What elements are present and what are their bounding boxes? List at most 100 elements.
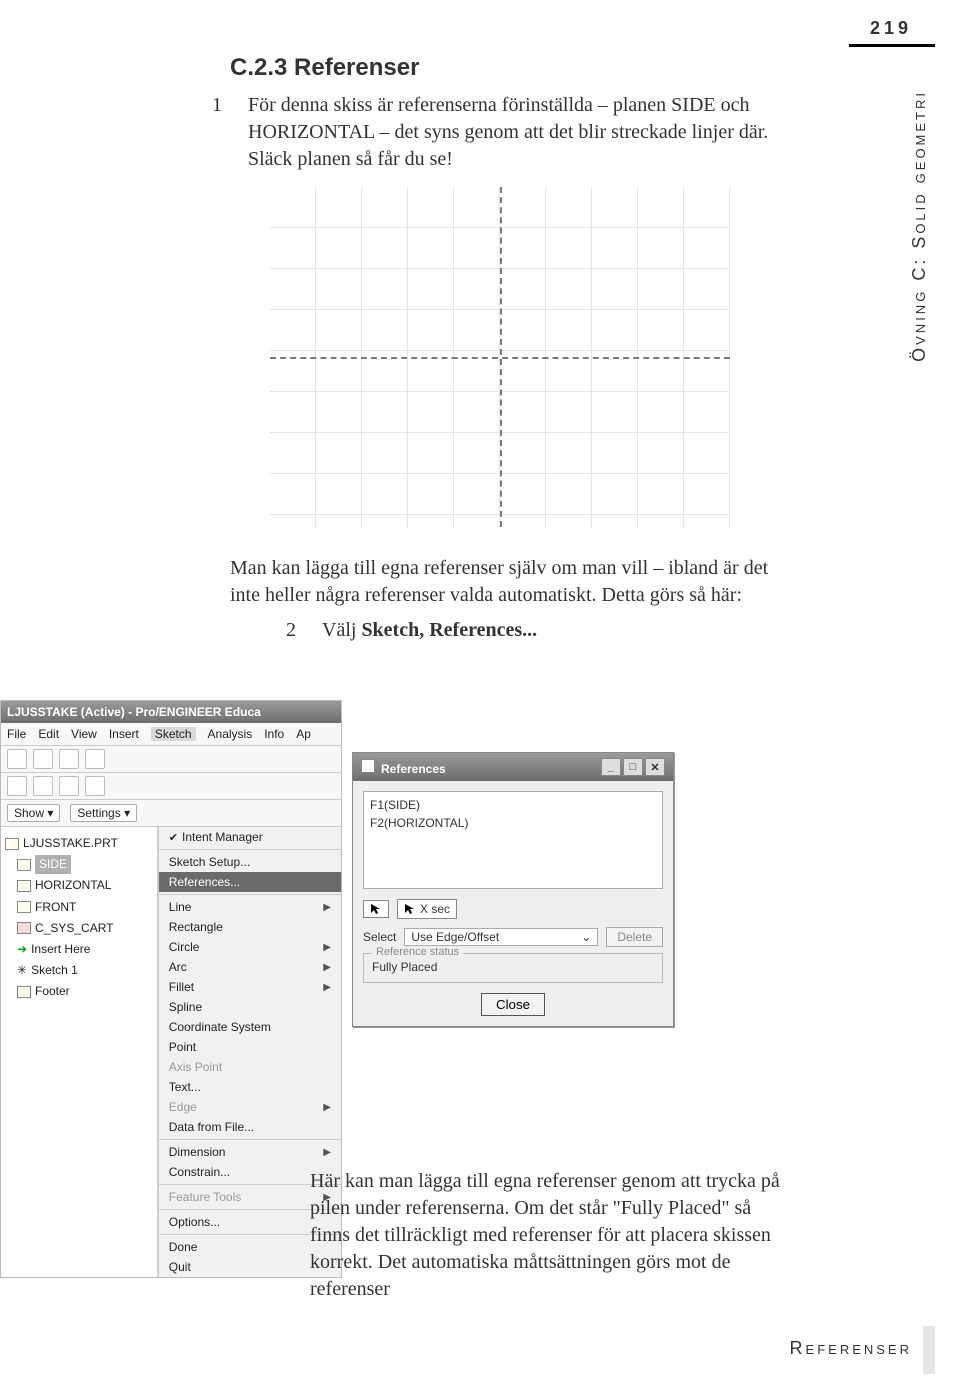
select-dropdown[interactable]: Use Edge/Offset ⌄ <box>404 928 598 946</box>
menu-rectangle[interactable]: Rectangle <box>159 917 341 937</box>
toolbar-button[interactable] <box>59 776 79 796</box>
menu-dimension[interactable]: Dimension▶ <box>159 1142 341 1162</box>
footer-label: Referenser <box>790 1338 912 1359</box>
menu-app[interactable]: Ap <box>296 727 311 741</box>
toolbar-button[interactable] <box>7 749 27 769</box>
reference-status-fieldset: Reference status Fully Placed <box>363 953 663 983</box>
footer-tab <box>923 1326 935 1374</box>
menu-data-from-file[interactable]: Data from File... <box>159 1117 341 1137</box>
tree-item-footer[interactable]: Footer <box>5 981 153 1002</box>
proe-toolbar-1 <box>1 746 341 773</box>
plane-icon <box>17 901 31 913</box>
model-tree: LJUSSTAKE.PRT SIDE HORIZONTAL FRONT C_SY… <box>1 827 158 1277</box>
proe-menubar: File Edit View Insert Sketch Analysis In… <box>1 723 341 746</box>
menu-sketch-setup[interactable]: Sketch Setup... <box>159 852 341 872</box>
pick-arrow-button[interactable] <box>363 900 389 918</box>
references-listbox[interactable]: F1(SIDE) F2(HORIZONTAL) <box>363 791 663 889</box>
submenu-arrow-icon: ▶ <box>323 1147 331 1158</box>
maximize-button[interactable]: □ <box>623 758 643 776</box>
tree-item-horizontal[interactable]: HORIZONTAL <box>5 875 153 896</box>
menu-coord-sys[interactable]: Coordinate System <box>159 1017 341 1037</box>
menu-intent-manager[interactable]: ✔Intent Manager <box>159 827 341 847</box>
pick-row: X sec <box>363 899 663 919</box>
section-heading: C.2.3 Referenser <box>230 54 790 82</box>
sketch-grid-figure <box>270 187 730 527</box>
tree-item-label: FRONT <box>35 898 76 917</box>
tree-root[interactable]: LJUSSTAKE.PRT <box>5 833 153 854</box>
menu-fillet[interactable]: Fillet▶ <box>159 977 341 997</box>
menu-analysis[interactable]: Analysis <box>208 727 253 741</box>
show-dropdown[interactable]: Show ▾ <box>7 804 60 822</box>
csys-icon <box>17 922 31 934</box>
references-dialog: References _ □ ✕ F1(SIDE) F2(HORIZONTAL)… <box>352 752 674 1027</box>
menu-line[interactable]: Line▶ <box>159 897 341 917</box>
toolbar-button[interactable] <box>85 749 105 769</box>
dialog-icon <box>361 759 375 773</box>
dialog-body: F1(SIDE) F2(HORIZONTAL) X sec Select Use… <box>353 781 673 1026</box>
tree-item-insert-here[interactable]: ➜ Insert Here <box>5 939 153 960</box>
dialog-title: References <box>381 762 446 776</box>
check-icon: ✔ <box>169 832 178 844</box>
xsec-button[interactable]: X sec <box>397 899 457 919</box>
menu-view[interactable]: View <box>71 727 97 741</box>
menu-point[interactable]: Point <box>159 1037 341 1057</box>
menu-arc[interactable]: Arc▶ <box>159 957 341 977</box>
reference-item[interactable]: F2(HORIZONTAL) <box>370 814 656 832</box>
submenu-arrow-icon: ▶ <box>323 902 331 913</box>
select-label: Select <box>363 930 396 944</box>
menu-separator <box>159 1139 341 1140</box>
menu-edge: Edge▶ <box>159 1097 341 1117</box>
tree-item-side[interactable]: SIDE <box>5 854 153 875</box>
horizontal-reference-line <box>270 357 730 359</box>
proe-body: LJUSSTAKE.PRT SIDE HORIZONTAL FRONT C_SY… <box>1 827 341 1277</box>
toolbar-button[interactable] <box>85 776 105 796</box>
toolbar-button[interactable] <box>7 776 27 796</box>
page-number: 219 <box>870 18 912 39</box>
plane-icon <box>17 880 31 892</box>
toolbar-button[interactable] <box>33 749 53 769</box>
menu-references[interactable]: References... <box>159 872 341 892</box>
settings-dropdown[interactable]: Settings ▾ <box>70 804 137 822</box>
tree-item-label: Sketch 1 <box>31 961 78 980</box>
menu-text[interactable]: Text... <box>159 1077 341 1097</box>
submenu-arrow-icon: ▶ <box>323 942 331 953</box>
plane-icon <box>17 859 31 871</box>
step-2-prefix: Välj <box>322 619 361 641</box>
submenu-arrow-icon: ▶ <box>323 962 331 973</box>
menu-sketch[interactable]: Sketch <box>151 727 196 741</box>
tree-item-label: HORIZONTAL <box>35 876 111 895</box>
step-1-number: 1 <box>230 92 248 119</box>
submenu-arrow-icon: ▶ <box>323 982 331 993</box>
dialog-titlebar: References _ □ ✕ <box>353 753 673 781</box>
tree-item-sketch1[interactable]: ✳ Sketch 1 <box>5 960 153 981</box>
select-value: Use Edge/Offset <box>411 930 499 944</box>
menu-info[interactable]: Info <box>264 727 284 741</box>
header-rule <box>849 44 935 47</box>
menu-file[interactable]: File <box>7 727 26 741</box>
part-icon <box>5 838 19 850</box>
tree-root-label: LJUSSTAKE.PRT <box>23 834 118 853</box>
cursor-arrow-icon <box>370 903 382 915</box>
close-window-button[interactable]: ✕ <box>645 758 665 776</box>
minimize-button[interactable]: _ <box>601 758 621 776</box>
proe-titlebar: LJUSSTAKE (Active) - Pro/ENGINEER Educa <box>1 701 341 723</box>
step-1: 1För denna skiss är referenserna förinst… <box>230 92 790 173</box>
tree-item-label: C_SYS_CART <box>35 919 113 938</box>
menu-insert[interactable]: Insert <box>109 727 139 741</box>
menu-spline[interactable]: Spline <box>159 997 341 1017</box>
close-button[interactable]: Close <box>481 993 545 1016</box>
delete-button[interactable]: Delete <box>606 927 663 947</box>
step-2-number: 2 <box>304 617 322 644</box>
reference-status-value: Fully Placed <box>372 960 654 974</box>
menu-circle[interactable]: Circle▶ <box>159 937 341 957</box>
step-2-command: Sketch, References... <box>361 619 537 641</box>
menu-edit[interactable]: Edit <box>38 727 59 741</box>
tree-item-csys[interactable]: C_SYS_CART <box>5 918 153 939</box>
step-1-text: För denna skiss är referenserna förinstä… <box>248 94 768 170</box>
tree-item-front[interactable]: FRONT <box>5 897 153 918</box>
menu-separator <box>159 894 341 895</box>
toolbar-button[interactable] <box>59 749 79 769</box>
folder-icon <box>17 986 31 998</box>
toolbar-button[interactable] <box>33 776 53 796</box>
reference-item[interactable]: F1(SIDE) <box>370 796 656 814</box>
